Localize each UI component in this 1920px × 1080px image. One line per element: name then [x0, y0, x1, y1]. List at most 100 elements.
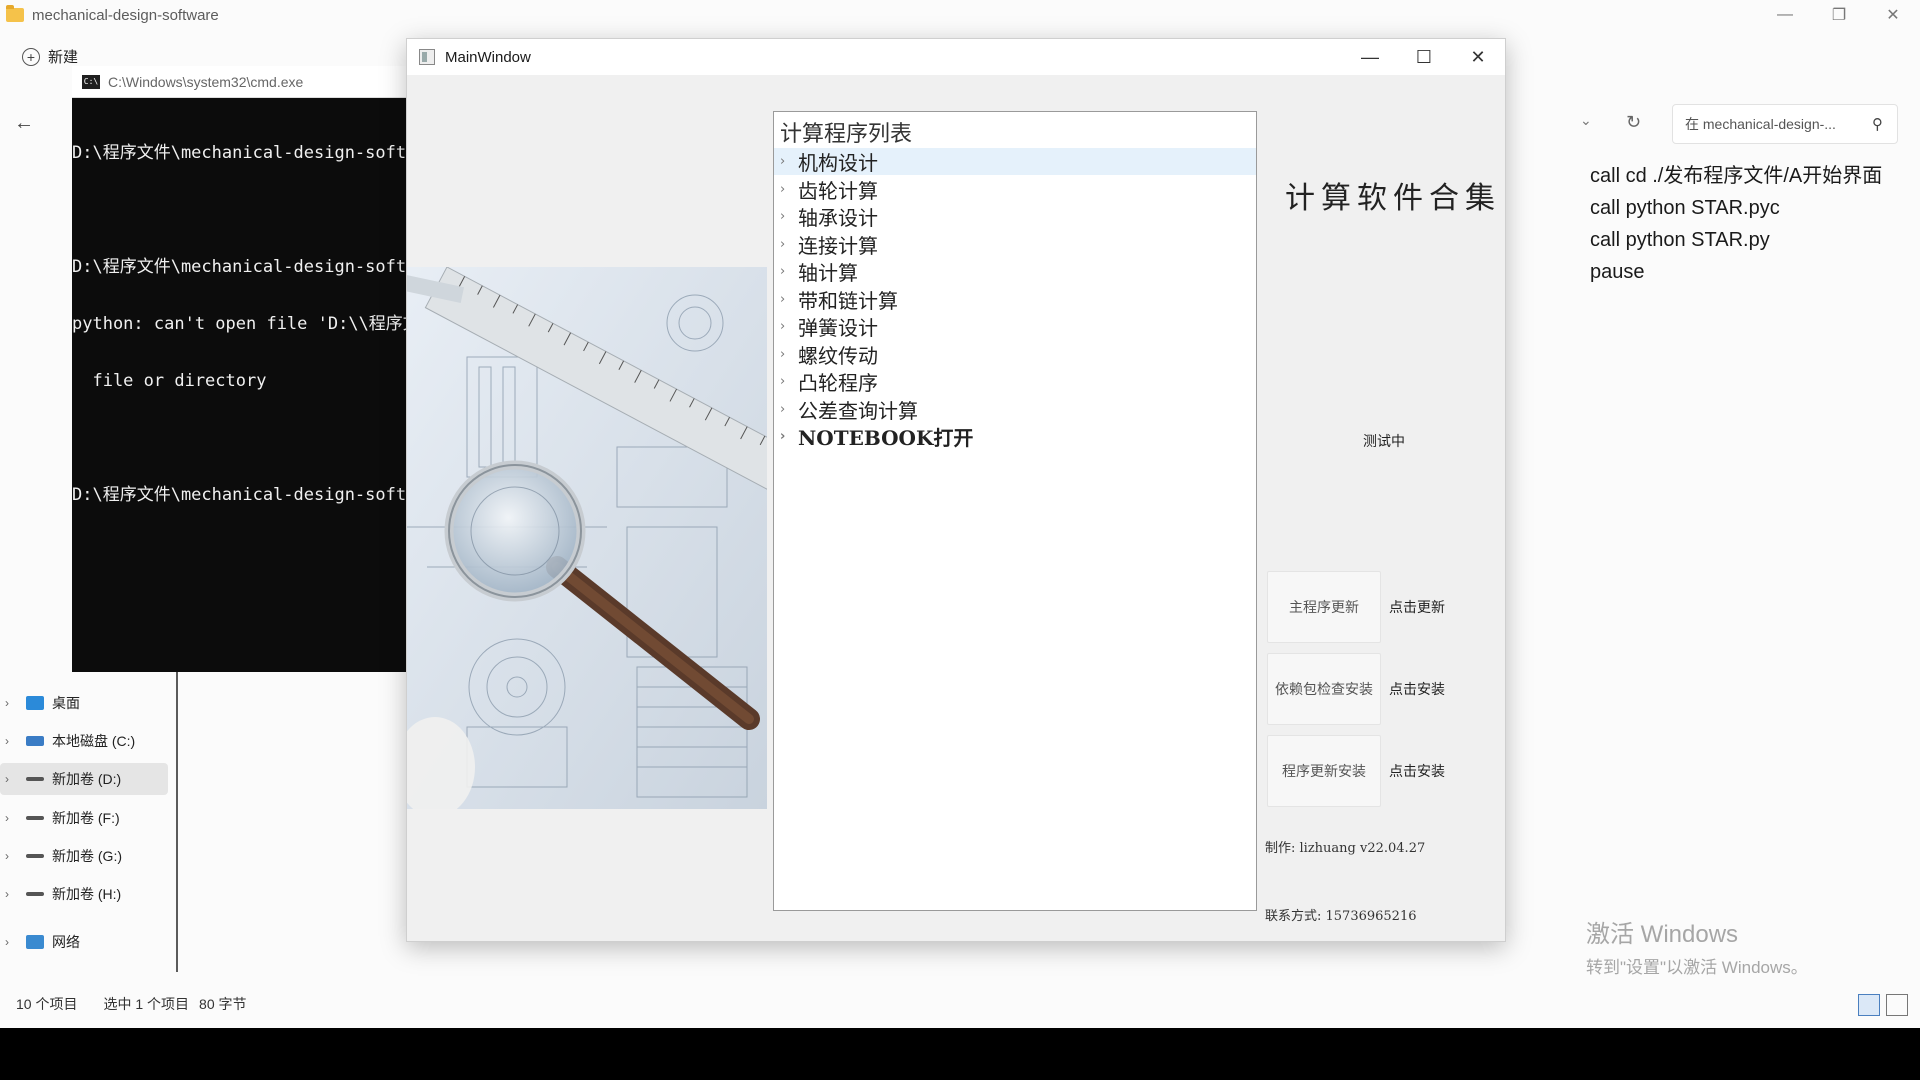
tree-item-bearing-design[interactable]: › 轴承设计 — [774, 203, 1256, 230]
plus-icon: + — [22, 47, 40, 66]
cmd-icon: C:\ — [82, 74, 100, 89]
chevron-right-icon[interactable]: › — [780, 182, 798, 197]
tree-item-label: NOTEBOOK打开 — [798, 426, 974, 450]
folder-icon — [6, 5, 24, 22]
status-bar: 10 个项目 选中 1 个项目 80 字节 — [16, 994, 247, 1014]
activate-windows-watermark: 激活 Windows 转到"设置"以激活 Windows。 — [1586, 914, 1808, 978]
main-window-title: MainWindow — [445, 48, 531, 66]
nav-item-label: 网络 — [52, 934, 80, 950]
search-placeholder: 在 mechanical-design-... — [1685, 116, 1836, 132]
chevron-right-icon[interactable]: › — [780, 429, 798, 444]
click-install-label: 点击安装 — [1389, 681, 1445, 697]
tree-item-label: 带和链计算 — [798, 288, 898, 313]
file-line: call python STAR.py — [1590, 229, 1770, 251]
chevron-right-icon[interactable]: › — [780, 237, 798, 252]
tree-item-notebook-open[interactable]: › NOTEBOOK打开 — [774, 423, 1256, 450]
chevron-down-icon[interactable]: ⌄ — [1580, 112, 1592, 129]
tree-item-label: 齿轮计算 — [798, 178, 878, 203]
tree-item-label: 连接计算 — [798, 233, 878, 258]
drive-icon — [26, 736, 44, 746]
nav-item-label: 新加卷 (F:) — [52, 810, 120, 826]
file-line: call cd ./发布程序文件/A开始界面 — [1590, 165, 1883, 187]
minimize-icon[interactable]: — — [1343, 39, 1397, 75]
contact-info: 联系方式: 15736965216 — [1265, 909, 1417, 924]
explorer-toolbar: + 新建 — [22, 46, 78, 67]
close-icon[interactable]: ✕ — [1866, 0, 1920, 30]
chevron-right-icon: › — [5, 772, 9, 786]
back-arrow-icon[interactable]: ← — [14, 112, 34, 135]
drive-icon — [26, 854, 44, 858]
tree-item-spring-design[interactable]: › 弹簧设计 — [774, 313, 1256, 340]
close-icon[interactable]: ✕ — [1451, 39, 1505, 75]
activate-line-1: 激活 Windows — [1586, 921, 1739, 948]
chevron-right-icon[interactable]: › — [780, 292, 798, 307]
chevron-right-icon: › — [5, 734, 9, 748]
nav-item-desktop[interactable]: › 桌面 — [0, 687, 168, 719]
nav-item-label: 新加卷 (G:) — [52, 848, 122, 864]
maximize-icon[interactable]: ☐ — [1397, 39, 1451, 75]
tiles-view-icon[interactable] — [1886, 994, 1908, 1016]
tree-item-mechanism-design[interactable]: › 机构设计 — [774, 148, 1256, 175]
tree-item-cam-program[interactable]: › 凸轮程序 — [774, 368, 1256, 395]
new-button[interactable]: 新建 — [48, 46, 78, 67]
tree-item-gear-calc[interactable]: › 齿轮计算 — [774, 176, 1256, 203]
app-title: 计算软件合集 — [1285, 181, 1501, 216]
click-update-label: 点击更新 — [1389, 599, 1445, 615]
nav-item-label: 本地磁盘 (C:) — [52, 733, 136, 749]
desktop-icon — [26, 696, 44, 710]
tree-item-connection-calc[interactable]: › 连接计算 — [774, 231, 1256, 258]
explorer-title-bar: mechanical-design-software — [0, 0, 1920, 30]
details-view-icon[interactable] — [1858, 994, 1880, 1016]
chevron-right-icon[interactable]: › — [780, 264, 798, 279]
status-text: 测试中 — [1363, 433, 1405, 449]
tree-item-screw-drive[interactable]: › 螺纹传动 — [774, 341, 1256, 368]
tree-item-label: 公差查询计算 — [798, 398, 918, 423]
chevron-right-icon[interactable]: › — [780, 347, 798, 362]
main-window-controls: — ☐ ✕ — [1343, 39, 1505, 75]
main-window: MainWindow — ☐ ✕ 计算程序列表 › 机构设计 › 齿轮计算 › … — [406, 38, 1506, 942]
selected-count: 选中 1 个项目 — [103, 996, 190, 1012]
tree-header: 计算程序列表 — [780, 122, 913, 147]
refresh-icon[interactable]: ↻ — [1626, 112, 1641, 133]
chevron-right-icon: › — [5, 887, 9, 901]
file-preview: call cd ./发布程序文件/A开始界面 call python STAR.… — [1590, 160, 1882, 288]
minimize-icon[interactable]: — — [1758, 0, 1812, 30]
program-tree[interactable]: 计算程序列表 › 机构设计 › 齿轮计算 › 轴承设计 › 连接计算 › 轴计算… — [773, 111, 1257, 911]
blueprint-image — [407, 267, 767, 809]
tree-item-belt-chain-calc[interactable]: › 带和链计算 — [774, 286, 1256, 313]
chevron-right-icon[interactable]: › — [780, 402, 798, 417]
chevron-right-icon[interactable]: › — [780, 154, 798, 169]
drive-icon — [26, 892, 44, 896]
chevron-right-icon[interactable]: › — [780, 374, 798, 389]
search-input[interactable]: 在 mechanical-design-... ⚲ — [1672, 104, 1898, 144]
nav-item-label: 新加卷 (D:) — [52, 771, 122, 787]
dependency-check-install-button[interactable]: 依赖包检查安装 — [1267, 653, 1381, 725]
cmd-title: C:\Windows\system32\cmd.exe — [108, 73, 304, 90]
nav-item-drive-c[interactable]: › 本地磁盘 (C:) — [0, 725, 168, 757]
cmd-line — [72, 201, 406, 220]
author-credit: 制作: lizhuang v22.04.27 — [1265, 841, 1426, 856]
tree-item-label: 螺纹传动 — [798, 343, 878, 368]
cmd-window[interactable]: C:\ C:\Windows\system32\cmd.exe D:\程序文件\… — [72, 66, 406, 672]
network-icon — [26, 935, 44, 949]
cmd-line — [72, 429, 406, 448]
main-program-update-button[interactable]: 主程序更新 — [1267, 571, 1381, 643]
nav-item-drive-g[interactable]: › 新加卷 (G:) — [0, 840, 168, 872]
restore-icon[interactable]: ❐ — [1812, 0, 1866, 30]
tree-item-label: 轴计算 — [798, 261, 858, 285]
nav-item-drive-h[interactable]: › 新加卷 (H:) — [0, 878, 168, 910]
tree-item-tolerance-calc[interactable]: › 公差查询计算 — [774, 396, 1256, 423]
program-update-install-button[interactable]: 程序更新安装 — [1267, 735, 1381, 807]
nav-item-label: 桌面 — [52, 695, 80, 711]
nav-item-network[interactable]: › 网络 — [0, 926, 168, 958]
app-icon — [419, 49, 435, 65]
drive-icon — [26, 777, 44, 781]
cmd-line: python: can't open file 'D:\\程序文 — [72, 314, 406, 334]
nav-item-drive-d[interactable]: › 新加卷 (D:) — [0, 763, 168, 795]
nav-item-drive-f[interactable]: › 新加卷 (F:) — [0, 802, 168, 834]
tree-item-shaft-calc[interactable]: › 轴计算 — [774, 258, 1256, 285]
chevron-right-icon: › — [5, 811, 9, 825]
chevron-right-icon[interactable]: › — [780, 209, 798, 224]
item-count: 10 个项目 — [16, 996, 78, 1012]
chevron-right-icon[interactable]: › — [780, 319, 798, 334]
